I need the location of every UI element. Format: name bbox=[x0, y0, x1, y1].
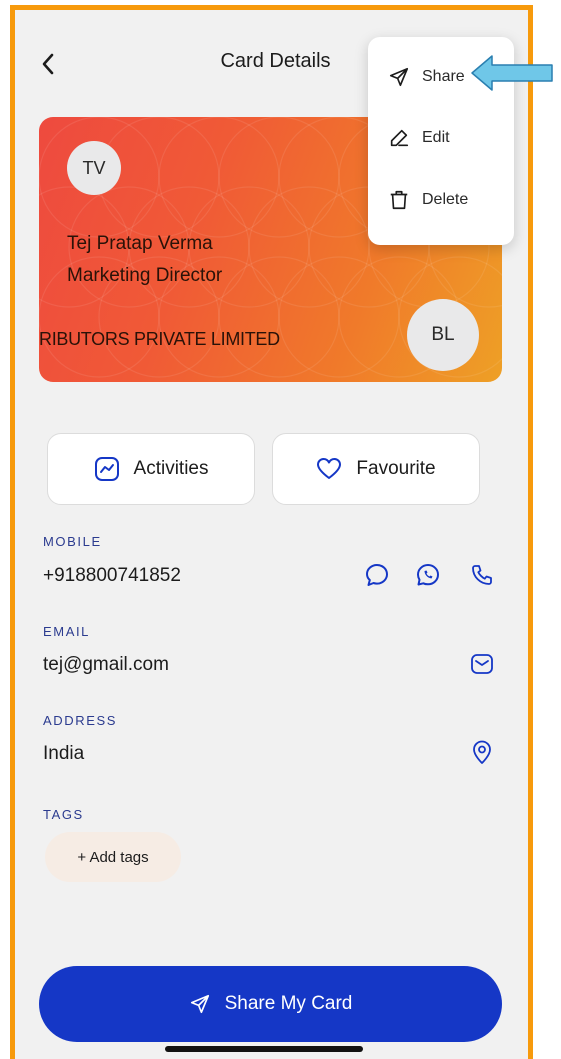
email-button[interactable] bbox=[467, 649, 497, 679]
company-avatar: BL bbox=[407, 299, 479, 371]
activity-chart-icon bbox=[94, 457, 119, 481]
app-frame: Card Details TV Tej Pratap Verma Marketi… bbox=[10, 5, 533, 1059]
arrow-left-annotation-icon bbox=[471, 55, 553, 91]
home-indicator bbox=[165, 1046, 363, 1052]
chat-bubble-icon bbox=[366, 564, 388, 586]
share-my-card-label: Share My Card bbox=[224, 993, 353, 1014]
card-company: RIBUTORS PRIVATE LIMITED bbox=[39, 329, 280, 349]
email-label: EMAIL bbox=[43, 624, 91, 639]
heart-icon bbox=[317, 458, 342, 479]
card-name: Tej Pratap Verma bbox=[67, 233, 213, 254]
message-button[interactable] bbox=[362, 560, 392, 590]
avatar: TV bbox=[67, 141, 121, 195]
trash-icon bbox=[390, 190, 408, 210]
whatsapp-icon bbox=[417, 564, 439, 586]
add-tags-button[interactable]: + Add tags bbox=[45, 832, 181, 882]
location-button[interactable] bbox=[467, 737, 497, 767]
pencil-icon bbox=[390, 129, 409, 147]
activities-button[interactable]: Activities bbox=[47, 433, 255, 505]
address-label: ADDRESS bbox=[43, 713, 118, 728]
send-icon bbox=[389, 67, 409, 87]
favourite-label: Favourite bbox=[356, 458, 436, 479]
mobile-value: +918800741852 bbox=[43, 565, 181, 586]
address-value: India bbox=[43, 743, 85, 764]
favourite-button[interactable]: Favourite bbox=[272, 433, 480, 505]
tags-label: TAGS bbox=[43, 807, 84, 822]
call-button[interactable] bbox=[467, 560, 497, 590]
email-value: tej@gmail.com bbox=[43, 654, 169, 675]
activities-label: Activities bbox=[133, 458, 209, 479]
menu-item-edit[interactable]: Edit bbox=[388, 127, 450, 149]
phone-icon bbox=[472, 565, 492, 585]
menu-item-share[interactable]: Share bbox=[388, 66, 465, 88]
menu-item-label: Edit bbox=[422, 129, 450, 146]
card-role: Marketing Director bbox=[67, 265, 223, 286]
menu-item-delete[interactable]: Delete bbox=[388, 189, 468, 211]
send-icon bbox=[190, 994, 209, 1014]
menu-item-label: Delete bbox=[422, 191, 469, 208]
share-my-card-button[interactable]: Share My Card bbox=[39, 966, 502, 1042]
mobile-label: MOBILE bbox=[43, 534, 102, 549]
location-pin-icon bbox=[473, 740, 491, 764]
mail-icon bbox=[471, 654, 493, 674]
menu-item-label: Share bbox=[422, 68, 465, 85]
whatsapp-button[interactable] bbox=[413, 560, 443, 590]
